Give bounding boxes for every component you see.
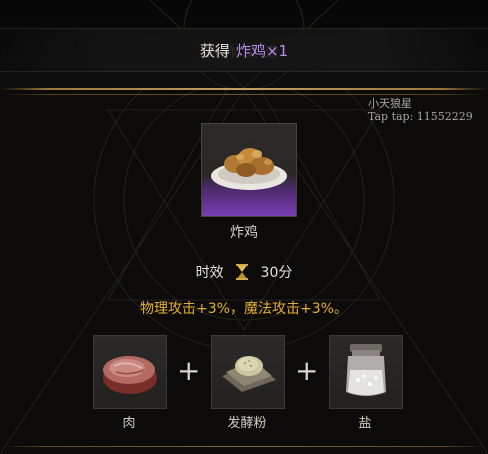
reward-dialog: 制作菜谱 获得 炸鸡×1 小天狼星 Tap tap: 11552229 炸鸡 时效 — [0, 0, 488, 454]
salt-jar-icon — [346, 344, 386, 396]
effect-text: 物理攻击+3%，魔法攻击+3%。 — [140, 301, 348, 317]
duration-label: 时效 — [195, 265, 224, 281]
watermark-id: Tap tap: 11552229 — [368, 110, 473, 123]
duration-row: 时效 30分 — [0, 262, 488, 282]
reward-prefix: 获得 — [199, 42, 230, 60]
header: 制作菜谱 获得 炸鸡×1 — [0, 0, 488, 88]
meat-icon — [103, 356, 157, 394]
reward-quantity: ×1 — [265, 42, 289, 60]
ingredient-label-yeast: 发酵粉 — [227, 416, 267, 431]
plus-sign: + — [177, 354, 201, 387]
watermark-name: 小天狼星 — [368, 97, 412, 110]
ingredient-label-meat: 肉 — [122, 416, 136, 431]
top-divider-thin — [0, 94, 488, 95]
dish-name: 炸鸡 — [230, 225, 258, 241]
duration-value: 30分 — [260, 265, 293, 281]
ingredient-slot-meat[interactable] — [93, 335, 167, 409]
yeast-powder-icon — [222, 356, 276, 392]
reward-item-name: 炸鸡 — [235, 42, 266, 60]
hourglass-icon — [236, 264, 249, 280]
ingredient-label-salt: 盐 — [358, 416, 372, 431]
ingredient-slot-salt[interactable] — [329, 335, 403, 409]
bottom-divider — [0, 446, 488, 447]
fried-chicken-icon — [211, 148, 287, 190]
plus-sign-2: + — [295, 354, 319, 387]
dish-card[interactable] — [201, 123, 297, 217]
top-divider — [0, 88, 488, 90]
ingredient-slot-yeast[interactable] — [211, 335, 285, 409]
reward-title: 获得 炸鸡×1 — [0, 40, 488, 61]
